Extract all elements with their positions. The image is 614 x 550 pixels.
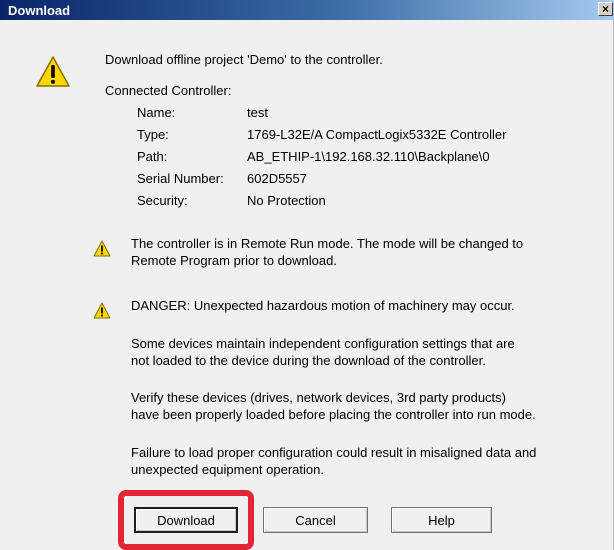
name-value: test [247,105,268,120]
warning-icon [36,56,70,87]
remote-run-warning-line2: Remote Program prior to download. [131,253,337,268]
devices-note-line2: not loaded to the device during the down… [131,353,486,368]
title-bar[interactable]: Download × [0,0,614,20]
security-label: Security: [137,193,188,208]
danger-warning: DANGER: Unexpected hazardous motion of m… [131,298,515,313]
verify-note-line2: have been properly loaded before placing… [131,407,536,422]
type-value: 1769-L32E/A CompactLogix5332E Controller [247,127,507,142]
remote-run-warning-line1: The controller is in Remote Run mode. Th… [131,236,524,251]
close-button[interactable]: × [598,2,613,16]
help-button-label: Help [428,512,455,528]
failure-note-line1: Failure to load proper configuration cou… [131,445,537,460]
type-label: Type: [137,127,169,142]
serial-number-label: Serial Number: [137,171,224,186]
warning-icon [93,240,111,257]
help-button[interactable]: Help [391,507,492,533]
failure-note-line2: unexpected equipment operation. [131,462,324,477]
cancel-button-label: Cancel [295,512,336,528]
path-label: Path: [137,149,168,164]
connected-controller-heading: Connected Controller: [105,83,232,98]
name-label: Name: [137,105,176,120]
download-button-highlight [118,490,254,550]
window-title: Download [8,3,71,18]
download-dialog: Download × Download offline project 'Dem… [0,0,614,550]
devices-note-line1: Some devices maintain independent config… [131,336,515,351]
serial-number-value: 602D5557 [247,171,307,186]
cancel-button[interactable]: Cancel [263,507,368,533]
path-value: AB_ETHIP-1\192.168.32.110\Backplane\0 [247,149,490,164]
security-value: No Protection [247,193,326,208]
download-message: Download offline project 'Demo' to the c… [105,52,383,67]
close-icon: × [601,2,609,16]
verify-note-line1: Verify these devices (drives, network de… [131,390,506,405]
warning-icon [93,302,111,319]
